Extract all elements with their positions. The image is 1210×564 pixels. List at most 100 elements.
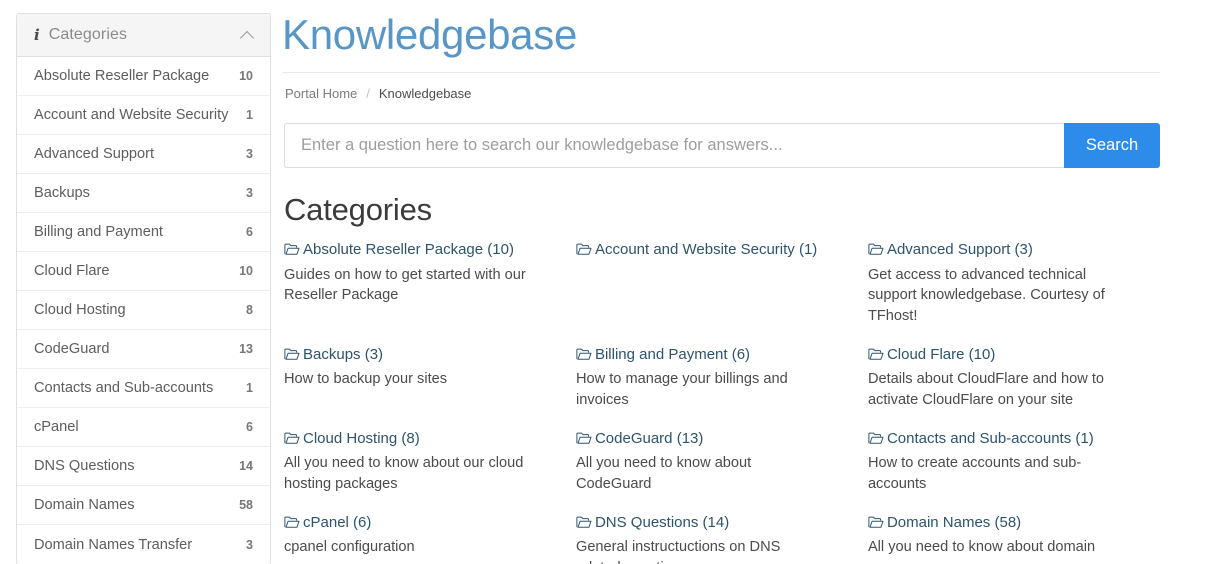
search-input[interactable] bbox=[284, 123, 1064, 169]
category-description: How to manage your billings and invoices bbox=[575, 371, 788, 409]
sidebar-item[interactable]: Cloud Flare 10 bbox=[17, 252, 270, 291]
category-name: DNS Questions bbox=[594, 513, 699, 531]
sidebar-item-count: 3 bbox=[246, 186, 253, 200]
sidebar-item[interactable]: cPanel 6 bbox=[17, 408, 270, 447]
breadcrumb-portal-home[interactable]: Portal Home bbox=[285, 86, 357, 101]
knowledgebase-category-card: Backups (3) How to backup your sites bbox=[284, 344, 576, 411]
sidebar-item-count: 3 bbox=[246, 537, 253, 552]
search-button[interactable]: Search bbox=[1064, 123, 1160, 169]
category-description: cpanel configuration bbox=[284, 539, 415, 556]
knowledgebase-category-card: Domain Names (58) All you need to know ab… bbox=[868, 512, 1160, 564]
sidebar-category-list: Absolute Reseller Package 10 Account and W… bbox=[17, 57, 270, 564]
category-name: Contacts and Sub-accounts bbox=[886, 429, 1072, 447]
category-description: All you need to know about domain names bbox=[867, 539, 1096, 564]
category-link[interactable]: Account and Website Security (1) bbox=[576, 239, 846, 264]
sidebar-item-label: Backups bbox=[34, 185, 90, 201]
sidebar-item-count: 10 bbox=[239, 69, 253, 83]
knowledgebase-category-card: Account and Website Security (1) bbox=[576, 239, 868, 327]
sidebar-item[interactable]: Domain Names Transfer 3 bbox=[17, 525, 270, 564]
category-count: (10) bbox=[968, 345, 996, 363]
category-count: (3) bbox=[1014, 241, 1033, 259]
category-count: (58) bbox=[994, 513, 1022, 531]
sidebar-item[interactable]: Backups 3 bbox=[17, 174, 270, 213]
knowledgebase-category-card: DNS Questions (14) General instructuction… bbox=[576, 512, 868, 564]
sidebar-item[interactable]: Absolute Reseller Package 10 bbox=[17, 57, 270, 96]
category-link[interactable]: Advanced Support (3) bbox=[868, 239, 1138, 264]
category-link[interactable]: Cloud Hosting (8) bbox=[284, 428, 554, 453]
sidebar-item[interactable]: Contacts and Sub-accounts 1 bbox=[17, 369, 270, 408]
breadcrumb-separator: / bbox=[366, 86, 370, 102]
sidebar-item[interactable]: Account and Website Security 1 bbox=[17, 96, 270, 135]
sidebar-item-count: 1 bbox=[246, 108, 253, 122]
category-name: CodeGuard bbox=[594, 429, 673, 447]
sidebar-item-count: 3 bbox=[246, 147, 253, 161]
category-count: (6) bbox=[731, 345, 751, 363]
category-description: General instructuctions on DNS related q… bbox=[575, 539, 781, 564]
category-link[interactable]: Contacts and Sub-accounts (1) bbox=[868, 428, 1138, 453]
category-link[interactable]: Domain Names (58) bbox=[868, 512, 1138, 537]
category-name: Absolute Reseller Package bbox=[303, 241, 484, 259]
folder-open-icon bbox=[868, 346, 884, 369]
category-link[interactable]: Absolute Reseller Package (10) bbox=[284, 239, 554, 264]
categories-grid: Absolute Reseller Package (10) Guides on … bbox=[284, 239, 1160, 564]
sidebar-item[interactable]: CodeGuard 13 bbox=[17, 330, 270, 369]
category-name: Cloud Hosting bbox=[303, 429, 398, 447]
category-count: (3) bbox=[364, 345, 384, 363]
info-icon: i bbox=[34, 25, 40, 44]
sidebar-item-label: Account and Website Security bbox=[34, 107, 229, 123]
knowledgebase-category-card: Absolute Reseller Package (10) Guides on … bbox=[284, 239, 576, 327]
sidebar-item-count: 1 bbox=[246, 381, 253, 395]
sidebar-item-label: Billing and Payment bbox=[34, 224, 163, 240]
category-link[interactable]: cPanel (6) bbox=[284, 512, 554, 537]
category-name: Domain Names bbox=[886, 513, 991, 531]
sidebar-item[interactable]: Cloud Hosting 8 bbox=[17, 291, 270, 330]
category-name: Account and Website Security bbox=[594, 241, 795, 259]
category-link[interactable]: Backups (3) bbox=[284, 344, 554, 369]
folder-open-icon bbox=[284, 346, 300, 369]
knowledgebase-category-card: cPanel (6) cpanel configuration bbox=[284, 512, 576, 564]
sidebar-item-label: cPanel bbox=[34, 419, 79, 435]
sidebar-item-count: 10 bbox=[239, 264, 253, 278]
knowledgebase-category-card: Cloud Hosting (8) All you need to know ab… bbox=[284, 428, 576, 495]
category-name: Cloud Flare bbox=[886, 345, 965, 363]
category-description: How to create accounts and sub-accounts bbox=[867, 455, 1082, 492]
folder-open-icon bbox=[868, 514, 884, 537]
category-count: (13) bbox=[676, 429, 704, 447]
sidebar-item-count: 58 bbox=[239, 498, 253, 512]
sidebar-item-label: Domain Names Transfer bbox=[34, 536, 193, 553]
category-count: (8) bbox=[401, 429, 420, 447]
category-name: Billing and Payment bbox=[594, 345, 728, 363]
categories-section-title: Categories bbox=[284, 192, 432, 228]
category-count: (1) bbox=[798, 241, 818, 259]
sidebar-item[interactable]: Domain Names 58 bbox=[17, 486, 270, 525]
chevron-up-icon[interactable] bbox=[241, 29, 254, 42]
sidebar-item[interactable]: Advanced Support 3 bbox=[17, 135, 270, 174]
sidebar-item[interactable]: DNS Questions 14 bbox=[17, 447, 270, 486]
category-description: Get access to advanced technical support… bbox=[867, 266, 1105, 325]
categories-panel-header[interactable]: i Categories bbox=[17, 14, 270, 57]
category-link[interactable]: CodeGuard (13) bbox=[576, 428, 846, 453]
category-count: (10) bbox=[487, 241, 514, 259]
category-count: (14) bbox=[702, 513, 730, 531]
categories-panel: i Categories Absolute Reseller Package 10… bbox=[16, 13, 271, 564]
sidebar-item-count: 6 bbox=[246, 420, 253, 434]
category-link[interactable]: Cloud Flare (10) bbox=[868, 344, 1138, 369]
sidebar-item-label: CodeGuard bbox=[34, 341, 110, 357]
sidebar-item-count: 13 bbox=[239, 342, 253, 356]
knowledgebase-category-card: Billing and Payment (6) How to manage you… bbox=[576, 344, 868, 411]
category-link[interactable]: Billing and Payment (6) bbox=[576, 344, 846, 369]
sidebar-item-label: Advanced Support bbox=[34, 146, 155, 162]
category-count: (1) bbox=[1075, 429, 1094, 447]
category-description: Guides on how to get started with our Re… bbox=[284, 266, 526, 304]
sidebar-item-count: 14 bbox=[239, 459, 253, 473]
categories-panel-title: Categories bbox=[48, 26, 128, 43]
folder-open-icon bbox=[576, 241, 592, 264]
folder-open-icon bbox=[868, 430, 884, 453]
breadcrumb: Portal Home / Knowledgebase bbox=[282, 73, 1160, 101]
sidebar-item-label: Cloud Flare bbox=[34, 263, 110, 279]
sidebar-item[interactable]: Billing and Payment 6 bbox=[17, 213, 270, 252]
knowledgebase-category-card: Cloud Flare (10) Details about CloudFlare… bbox=[868, 344, 1160, 411]
main-content: Knowledgebase Portal Home / Knowledgebas… bbox=[271, 0, 1210, 564]
sidebar-item-label: Contacts and Sub-accounts bbox=[34, 380, 214, 396]
category-link[interactable]: DNS Questions (14) bbox=[576, 512, 846, 537]
